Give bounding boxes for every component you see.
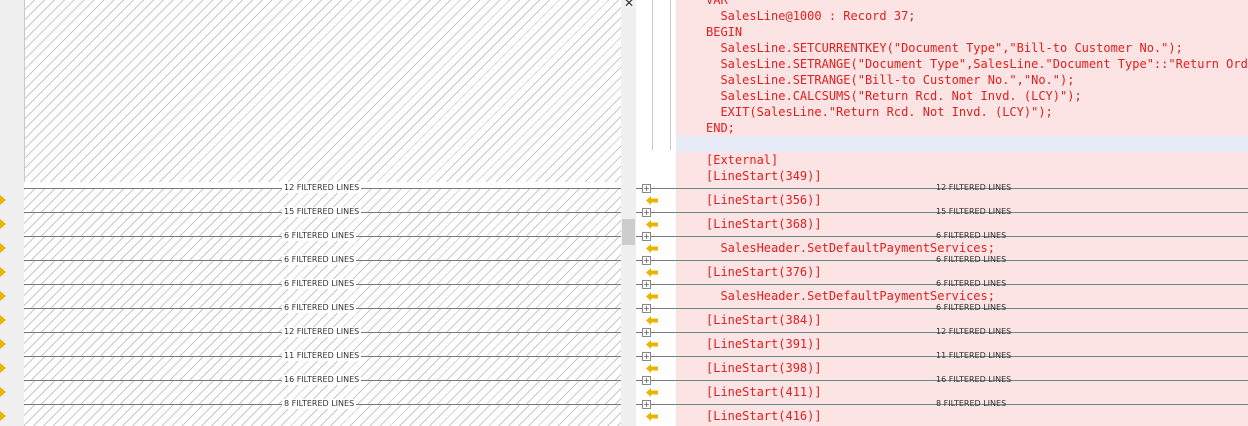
filtered-lines-label[interactable]: 6 FILTERED LINES (934, 303, 1008, 313)
arrow-left-icon[interactable] (646, 292, 658, 301)
arrow-right-icon[interactable] (0, 219, 6, 229)
arrow-left-icon[interactable] (646, 364, 658, 373)
code-line: EXIT(SalesLine."Return Rcd. Not Invd. (L… (706, 105, 1053, 119)
arrow-left-icon[interactable] (646, 412, 658, 421)
filtered-lines-label[interactable]: 12 FILTERED LINES (282, 327, 362, 337)
arrow-left-icon[interactable] (646, 220, 658, 229)
plus-icon[interactable]: + (642, 400, 651, 409)
filtered-lines-label[interactable]: 16 FILTERED LINES (934, 375, 1013, 385)
arrow-left-icon[interactable] (646, 388, 658, 397)
code-line: [LineStart(384)] (706, 313, 822, 327)
code-line: [LineStart(398)] (706, 361, 822, 375)
filtered-lines-label[interactable]: 11 FILTERED LINES (934, 351, 1013, 361)
code-line: SalesLine.SETCURRENTKEY("Document Type",… (706, 41, 1183, 55)
plus-icon[interactable]: + (642, 232, 651, 241)
filtered-lines-label[interactable]: 15 FILTERED LINES (282, 207, 362, 217)
arrow-left-shape (646, 316, 658, 325)
arrow-left-icon[interactable] (646, 316, 658, 325)
code-line: [LineStart(368)] (706, 217, 822, 231)
filtered-lines-label[interactable]: 6 FILTERED LINES (282, 231, 357, 241)
filtered-lines-label[interactable]: 8 FILTERED LINES (282, 399, 357, 409)
arrow-right-icon[interactable] (0, 291, 6, 301)
code-line: [LineStart(349)] (706, 169, 822, 183)
arrow-left-icon[interactable] (646, 196, 658, 205)
arrow-left-shape (646, 220, 658, 229)
gutter-separator (24, 0, 25, 182)
close-icon[interactable]: ✕ (624, 0, 634, 10)
code-line: END; (706, 121, 735, 135)
arrow-left-shape (646, 412, 658, 421)
code-line: SalesLine@1000 : Record 37; (706, 9, 916, 23)
arrow-left-shape (646, 388, 658, 397)
filtered-lines-label[interactable]: 6 FILTERED LINES (282, 255, 357, 265)
code-line: SalesHeader.SetDefaultPaymentServices; (706, 241, 995, 255)
current-line-highlight (676, 136, 1248, 152)
code-line: SalesHeader.SetDefaultPaymentServices; (706, 289, 995, 303)
plus-icon[interactable]: + (642, 280, 651, 289)
right-gutter: + + + + + + + + + + (636, 0, 676, 426)
filtered-lines-label[interactable]: 6 FILTERED LINES (282, 279, 357, 289)
arrow-left-shape (646, 268, 658, 277)
code-line: [LineStart(411)] (706, 385, 822, 399)
filtered-lines-label[interactable]: 6 FILTERED LINES (282, 303, 357, 313)
arrow-left-shape (646, 196, 658, 205)
arrow-right-icon[interactable] (0, 411, 6, 421)
plus-icon[interactable]: + (642, 184, 651, 193)
filtered-lines-label[interactable]: 12 FILTERED LINES (934, 327, 1013, 337)
filtered-lines-label[interactable]: 8 FILTERED LINES (934, 399, 1008, 409)
arrow-left-shape (646, 292, 658, 301)
arrow-left-shape (646, 244, 658, 253)
arrow-left-shape (646, 364, 658, 373)
filtered-lines-label[interactable]: 6 FILTERED LINES (934, 255, 1008, 265)
arrow-right-icon[interactable] (0, 267, 6, 277)
code-line: BEGIN (706, 25, 743, 39)
arrow-right-icon[interactable] (0, 243, 6, 253)
code-line: SalesLine.SETRANGE("Document Type",Sales… (706, 57, 1248, 71)
plus-icon[interactable]: + (642, 376, 651, 385)
empty-region (24, 0, 621, 182)
left-gutter (0, 0, 24, 426)
code-line: [LineStart(391)] (706, 337, 822, 351)
plus-icon[interactable]: + (642, 352, 651, 361)
plus-icon[interactable]: + (642, 328, 651, 337)
right-diff-pane[interactable]: VAR SalesLine@1000 : Record 37; BEGIN Sal… (676, 0, 1248, 426)
code-line: VAR (706, 0, 728, 7)
filtered-lines-label[interactable]: 12 FILTERED LINES (282, 183, 362, 193)
code-line: [LineStart(356)] (706, 193, 822, 207)
arrow-right-icon[interactable] (0, 339, 6, 349)
arrow-left-shape (646, 340, 658, 349)
arrow-right-icon[interactable] (0, 315, 6, 325)
filtered-lines-label[interactable]: 11 FILTERED LINES (282, 351, 362, 361)
arrow-left-icon[interactable] (646, 244, 658, 253)
arrow-right-icon[interactable] (0, 363, 6, 373)
gutter-separator (670, 0, 671, 150)
left-diff-pane[interactable]: 12 FILTERED LINES 15 FILTERED LINES 6 FILT… (24, 0, 621, 426)
filtered-lines-label[interactable]: 15 FILTERED LINES (934, 207, 1013, 217)
arrow-left-icon[interactable] (646, 268, 658, 277)
scrollbar-thumb[interactable] (622, 219, 635, 245)
arrow-right-icon[interactable] (0, 195, 6, 205)
code-line: [External] (706, 153, 779, 167)
arrow-right-icon[interactable] (0, 387, 6, 397)
plus-icon[interactable]: + (642, 208, 651, 217)
code-line: SalesLine.CALCSUMS("Return Rcd. Not Invd… (706, 89, 1082, 103)
plus-icon[interactable]: + (642, 304, 651, 313)
gutter-separator (652, 0, 653, 150)
code-line: SalesLine.SETRANGE("Bill-to Customer No.… (706, 73, 1075, 87)
vertical-scrollbar[interactable] (621, 0, 636, 426)
filtered-lines-label[interactable]: 12 FILTERED LINES (934, 183, 1013, 193)
plus-icon[interactable]: + (642, 256, 651, 265)
code-line: [LineStart(416)] (706, 409, 822, 423)
filtered-lines-label[interactable]: 16 FILTERED LINES (282, 375, 362, 385)
code-line: [LineStart(376)] (706, 265, 822, 279)
arrow-left-icon[interactable] (646, 340, 658, 349)
